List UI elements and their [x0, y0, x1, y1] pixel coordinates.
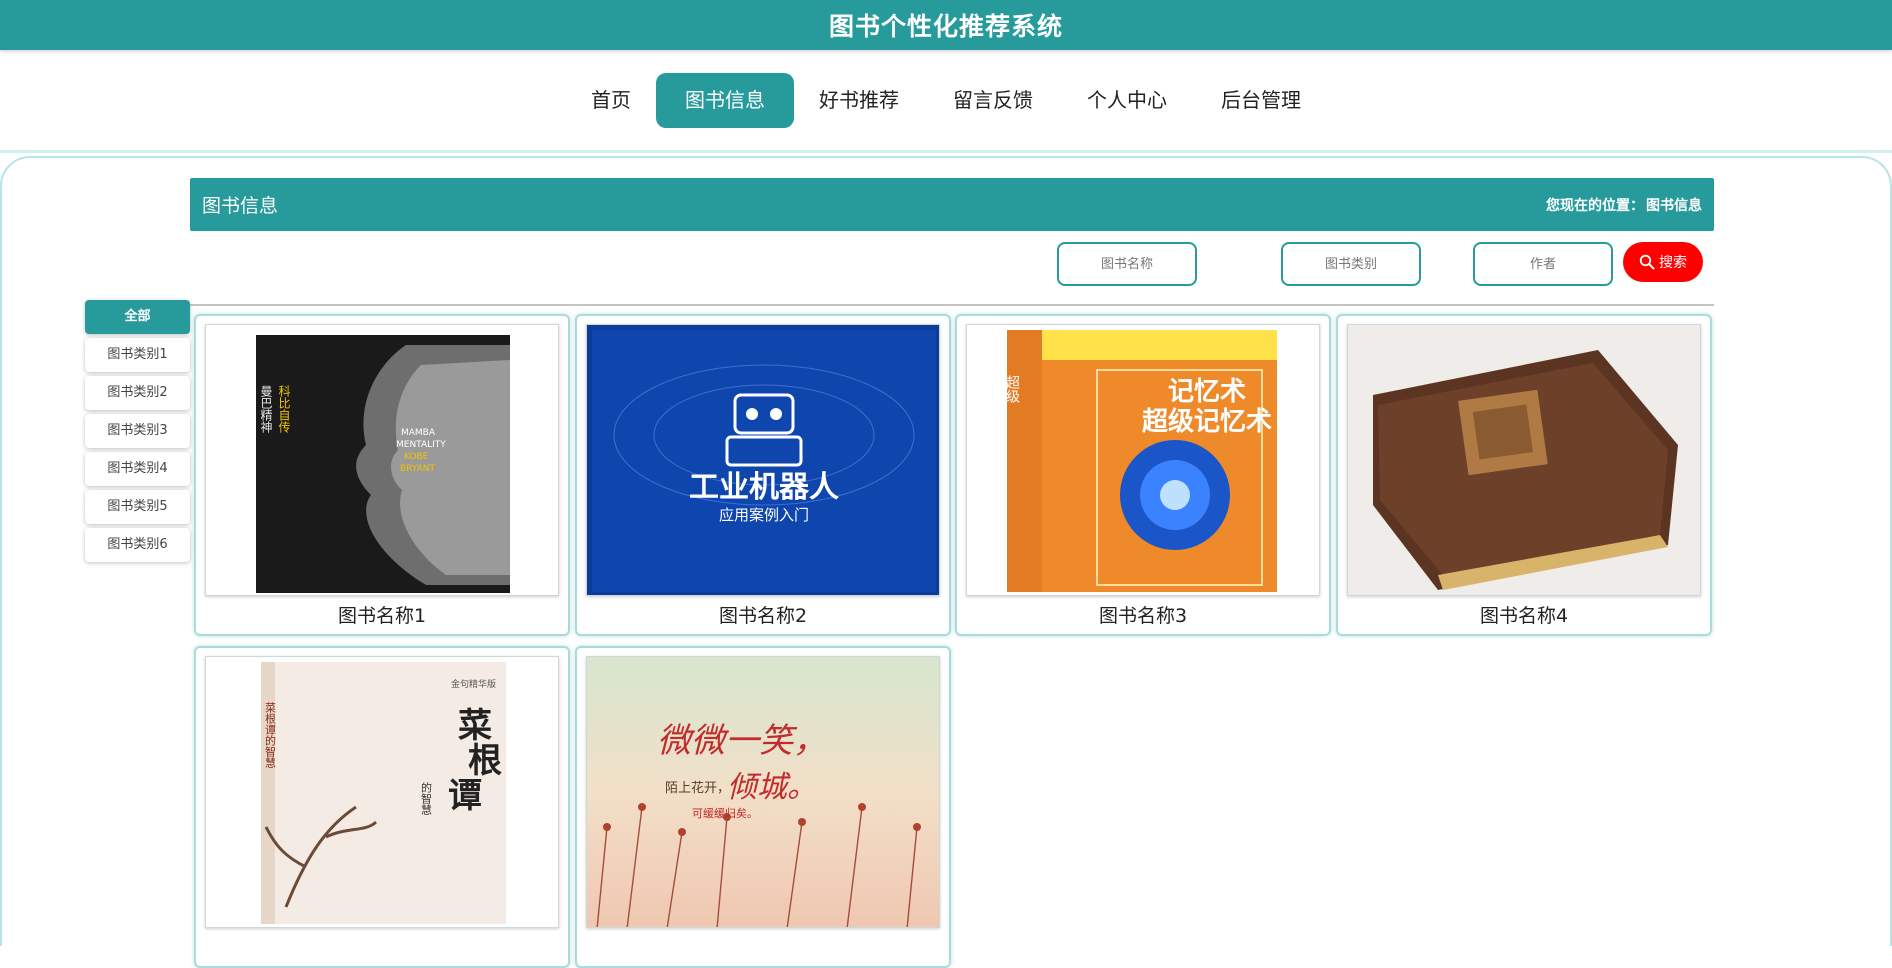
section-title: 图书信息	[202, 195, 279, 217]
author-search-input[interactable]	[1473, 242, 1613, 286]
app-header: 图书个性化推荐系统	[0, 0, 1892, 50]
book-card[interactable]: 曼巴精神 科比自传 MAMBA MENTALITY KOBE BRYANT 图书…	[194, 314, 570, 636]
book-name: 图书名称2	[718, 605, 808, 627]
category-item-1[interactable]: 图书类别1	[85, 338, 190, 372]
breadcrumb-prefix: 您现在的位置：	[1546, 198, 1644, 214]
book-cover-image	[1347, 324, 1701, 596]
book-cover-image: 曼巴精神 科比自传 MAMBA MENTALITY KOBE BRYANT	[205, 324, 559, 596]
cover-text: MENTALITY	[396, 440, 446, 450]
nav-item-recommend[interactable]: 好书推荐	[790, 73, 928, 128]
cover-text: 超级	[1004, 375, 1020, 403]
cover-text: 菜	[458, 706, 492, 746]
cover-text: 超级记忆术	[1142, 406, 1272, 437]
book-name: 图书名称4	[1479, 605, 1569, 627]
cover-text: MAMBA	[401, 428, 436, 438]
app-title: 图书个性化推荐系统	[828, 12, 1063, 41]
search-icon	[1639, 254, 1655, 270]
main-nav: 首页 图书信息 好书推荐 留言反馈 个人中心 后台管理	[0, 50, 1892, 150]
section-header: 图书信息 您现在的位置： 图书信息	[190, 178, 1714, 231]
book-name: 图书名称1	[337, 605, 427, 627]
book-card[interactable]: 超级 记忆术 超级记忆术 图书名称3	[955, 314, 1331, 636]
book-card[interactable]: 图书名称4	[1336, 314, 1712, 636]
cover-text: 根	[468, 741, 502, 781]
cover-text: 微微一笑，	[657, 721, 827, 761]
cover-text: 谭	[448, 776, 482, 816]
book-name-search-input[interactable]	[1057, 242, 1197, 286]
cover-text: 可缓缓归矣。	[692, 806, 758, 820]
search-button-label: 搜索	[1659, 254, 1687, 270]
category-item-6[interactable]: 图书类别6	[85, 528, 190, 562]
cover-text: 科比自传	[277, 385, 291, 433]
nav-item-book-info[interactable]: 图书信息	[656, 72, 794, 128]
breadcrumb-current: 图书信息	[1646, 198, 1702, 214]
list-divider	[190, 304, 1714, 306]
category-item-4[interactable]: 图书类别4	[85, 452, 190, 486]
category-item-5[interactable]: 图书类别5	[85, 490, 190, 524]
book-cover-image: 金句精华版 菜 根 谭 的智慧 菜根谭的智慧	[205, 656, 559, 928]
book-name: 图书名称3	[1098, 605, 1188, 627]
cover-text: KOBE	[404, 452, 429, 462]
cover-text: 记忆术	[1168, 377, 1246, 407]
category-sidebar: 全部 图书类别1 图书类别2 图书类别3 图书类别4 图书类别5 图书类别6	[85, 300, 190, 566]
nav-item-home[interactable]: 首页	[562, 73, 660, 128]
book-card[interactable]: 工业机器人 应用案例入门 图书名称2	[575, 314, 951, 636]
cover-text: 陌上花开，	[665, 780, 730, 796]
nav-item-feedback[interactable]: 留言反馈	[924, 73, 1062, 128]
cover-text: 应用案例入门	[719, 506, 809, 524]
nav-divider	[0, 150, 1892, 153]
cover-text: BRYANT	[400, 464, 436, 474]
cover-text: 的智慧	[420, 781, 433, 815]
cover-text: 工业机器人	[689, 470, 839, 505]
book-cover-image: 微微一笑， 倾城。 陌上花开， 可缓缓归矣。	[586, 656, 940, 928]
cover-text: 金句精华版	[451, 678, 496, 690]
nav-item-profile[interactable]: 个人中心	[1058, 73, 1196, 128]
book-cover-image: 工业机器人 应用案例入门	[586, 324, 940, 596]
cover-text: 倾城。	[727, 770, 817, 805]
category-all[interactable]: 全部	[85, 300, 190, 334]
cover-text: 菜根谭的智慧	[264, 702, 277, 768]
search-button[interactable]: 搜索	[1623, 242, 1703, 282]
book-category-search-input[interactable]	[1281, 242, 1421, 286]
breadcrumb: 您现在的位置： 图书信息	[1546, 195, 1702, 215]
category-item-3[interactable]: 图书类别3	[85, 414, 190, 448]
category-item-2[interactable]: 图书类别2	[85, 376, 190, 410]
nav-item-admin[interactable]: 后台管理	[1192, 73, 1330, 128]
book-card[interactable]: 微微一笑， 倾城。 陌上花开， 可缓缓归矣。	[575, 646, 951, 968]
book-cover-image: 超级 记忆术 超级记忆术	[966, 324, 1320, 596]
book-card[interactable]: 金句精华版 菜 根 谭 的智慧 菜根谭的智慧	[194, 646, 570, 968]
cover-text: 曼巴精神	[259, 385, 273, 433]
